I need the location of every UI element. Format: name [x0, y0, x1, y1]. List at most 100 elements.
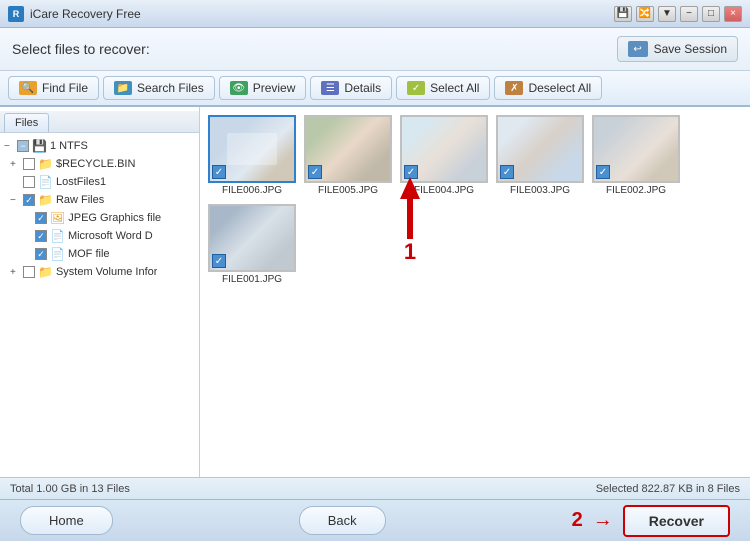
- app-title: iCare Recovery Free: [30, 7, 141, 21]
- status-bar: Total 1.00 GB in 13 Files Selected 822.8…: [0, 477, 750, 499]
- tree-label-word: Microsoft Word D: [68, 230, 153, 242]
- thumb-wrapper-FILE006[interactable]: ✓: [208, 115, 296, 183]
- checkbox-word[interactable]: ✓: [35, 230, 47, 242]
- tree-node-word[interactable]: ✓ 📄 Microsoft Word D: [2, 227, 197, 245]
- thumb-check-FILE003[interactable]: ✓: [500, 165, 514, 179]
- save-session-icon: ↩: [628, 41, 648, 57]
- tree-label-ntfs: 1 NTFS: [50, 140, 88, 152]
- thumb-check-FILE004[interactable]: ✓: [404, 165, 418, 179]
- main-content: Files − − 💾 1 NTFS + 📁 $RECYCLE.BIN: [0, 107, 750, 477]
- file-tree-panel: Files − − 💾 1 NTFS + 📁 $RECYCLE.BIN: [0, 107, 200, 477]
- thumb-label-FILE004: FILE004.JPG: [414, 185, 474, 196]
- thumb-check-FILE001[interactable]: ✓: [212, 254, 226, 268]
- expand-jpeg[interactable]: [22, 213, 32, 223]
- search-files-button[interactable]: 📁 Search Files: [103, 76, 215, 100]
- folder-icon-system: 📁: [38, 265, 53, 279]
- thumb-wrapper-FILE004[interactable]: ✓: [400, 115, 488, 183]
- checkbox-recycle[interactable]: [23, 158, 35, 170]
- thumbnail-FILE005[interactable]: ✓ FILE005.JPG: [304, 115, 392, 196]
- expand-lostfiles[interactable]: [10, 177, 20, 187]
- settings-icon-btn[interactable]: ▼: [658, 6, 676, 22]
- thumbnail-FILE004[interactable]: ✓ FILE004.JPG: [400, 115, 488, 196]
- thumb-wrapper-FILE005[interactable]: ✓: [304, 115, 392, 183]
- thumb-check-FILE006[interactable]: ✓: [212, 165, 226, 179]
- thumbnails-grid: ✓ FILE006.JPG ✓ FILE005.JPG ✓ FILE004.JP…: [208, 115, 742, 196]
- bottom-bar: Home Back 2 → Recover: [0, 499, 750, 541]
- tree-label-system: System Volume Infor: [56, 266, 158, 278]
- checkbox-jpeg[interactable]: ✓: [35, 212, 47, 224]
- thumb-label-FILE001: FILE001.JPG: [222, 274, 282, 285]
- details-icon: ☰: [321, 81, 339, 95]
- checkbox-lostfiles[interactable]: [23, 176, 35, 188]
- search-files-icon: 📁: [114, 81, 132, 95]
- bottom-right: 2 → Recover: [572, 505, 730, 537]
- thumb-check-FILE002[interactable]: ✓: [596, 165, 610, 179]
- folder-icon-rawfiles: 📁: [38, 193, 53, 207]
- save-session-button[interactable]: ↩ Save Session: [617, 36, 738, 62]
- details-label: Details: [344, 81, 381, 95]
- header-title: Select files to recover:: [12, 41, 150, 57]
- tree-area: − − 💾 1 NTFS + 📁 $RECYCLE.BIN 📄: [0, 133, 199, 285]
- find-file-button[interactable]: 🔍 Find File: [8, 76, 99, 100]
- checkbox-ntfs[interactable]: −: [17, 140, 29, 152]
- expand-ntfs[interactable]: −: [4, 141, 14, 151]
- thumb-label-FILE003: FILE003.JPG: [510, 185, 570, 196]
- folder-icon-lostfiles: 📄: [38, 175, 53, 189]
- thumb-wrapper-FILE002[interactable]: ✓: [592, 115, 680, 183]
- app-icon: R: [8, 6, 24, 22]
- preview-icon: 👁: [230, 81, 248, 95]
- thumb-wrapper-FILE001[interactable]: ✓: [208, 204, 296, 272]
- tree-node-rawfiles[interactable]: − ✓ 📁 Raw Files: [2, 191, 197, 209]
- tree-label-lostfiles: LostFiles1: [56, 176, 106, 188]
- files-tab[interactable]: Files: [4, 113, 49, 132]
- tree-node-ntfs[interactable]: − − 💾 1 NTFS: [2, 137, 197, 155]
- expand-system[interactable]: +: [10, 267, 20, 277]
- thumbnail-FILE002[interactable]: ✓ FILE002.JPG: [592, 115, 680, 196]
- tree-node-jpeg[interactable]: ✓ 🖼 JPEG Graphics file: [2, 209, 197, 227]
- tree-node-mof[interactable]: ✓ 📄 MOF file: [2, 245, 197, 263]
- title-bar: R iCare Recovery Free 💾 🔀 ▼ − □ ×: [0, 0, 750, 28]
- minimize-button[interactable]: −: [680, 6, 698, 22]
- tree-node-system[interactable]: + 📁 System Volume Infor: [2, 263, 197, 281]
- details-button[interactable]: ☰ Details: [310, 76, 392, 100]
- thumbnail-FILE006[interactable]: ✓ FILE006.JPG: [208, 115, 296, 196]
- save-icon-btn[interactable]: 💾: [614, 6, 632, 22]
- recover-button[interactable]: Recover: [623, 505, 730, 537]
- home-button[interactable]: Home: [20, 506, 113, 535]
- select-all-button[interactable]: ✓ Select All: [396, 76, 490, 100]
- maximize-button[interactable]: □: [702, 6, 720, 22]
- expand-rawfiles[interactable]: −: [10, 195, 20, 205]
- thumbnail-FILE003[interactable]: ✓ FILE003.JPG: [496, 115, 584, 196]
- deselect-all-icon: ✗: [505, 81, 523, 95]
- nav-icon-btn[interactable]: 🔀: [636, 6, 654, 22]
- checkbox-rawfiles[interactable]: ✓: [23, 194, 35, 206]
- close-button[interactable]: ×: [724, 6, 742, 22]
- title-bar-left: R iCare Recovery Free: [8, 6, 141, 22]
- step2-arrow-icon: →: [593, 509, 613, 532]
- drive-icon: 💾: [32, 139, 47, 153]
- thumbnails-panel[interactable]: ✓ FILE006.JPG ✓ FILE005.JPG ✓ FILE004.JP…: [200, 107, 750, 477]
- find-file-label: Find File: [42, 81, 88, 95]
- expand-recycle[interactable]: +: [10, 159, 20, 169]
- tree-label-recycle: $RECYCLE.BIN: [56, 158, 135, 170]
- deselect-all-button[interactable]: ✗ Deselect All: [494, 76, 602, 100]
- step2-number: 2: [572, 509, 583, 532]
- checkbox-system[interactable]: [23, 266, 35, 278]
- back-button[interactable]: Back: [299, 506, 386, 535]
- tree-node-recycle[interactable]: + 📁 $RECYCLE.BIN: [2, 155, 197, 173]
- thumb-label-FILE006: FILE006.JPG: [222, 185, 282, 196]
- preview-button[interactable]: 👁 Preview: [219, 76, 307, 100]
- thumb-label-FILE002: FILE002.JPG: [606, 185, 666, 196]
- thumb-wrapper-FILE003[interactable]: ✓: [496, 115, 584, 183]
- select-all-label: Select All: [430, 81, 479, 95]
- expand-mof[interactable]: [22, 249, 32, 259]
- thumbnails-row2: ✓ FILE001.JPG: [208, 204, 742, 285]
- checkbox-mof[interactable]: ✓: [35, 248, 47, 260]
- find-file-icon: 🔍: [19, 81, 37, 95]
- tree-scroll-area[interactable]: − − 💾 1 NTFS + 📁 $RECYCLE.BIN 📄: [0, 133, 199, 475]
- expand-word[interactable]: [22, 231, 32, 241]
- thumbnail-FILE001[interactable]: ✓ FILE001.JPG: [208, 204, 296, 285]
- select-all-icon: ✓: [407, 81, 425, 95]
- tree-node-lostfiles[interactable]: 📄 LostFiles1: [2, 173, 197, 191]
- thumb-check-FILE005[interactable]: ✓: [308, 165, 322, 179]
